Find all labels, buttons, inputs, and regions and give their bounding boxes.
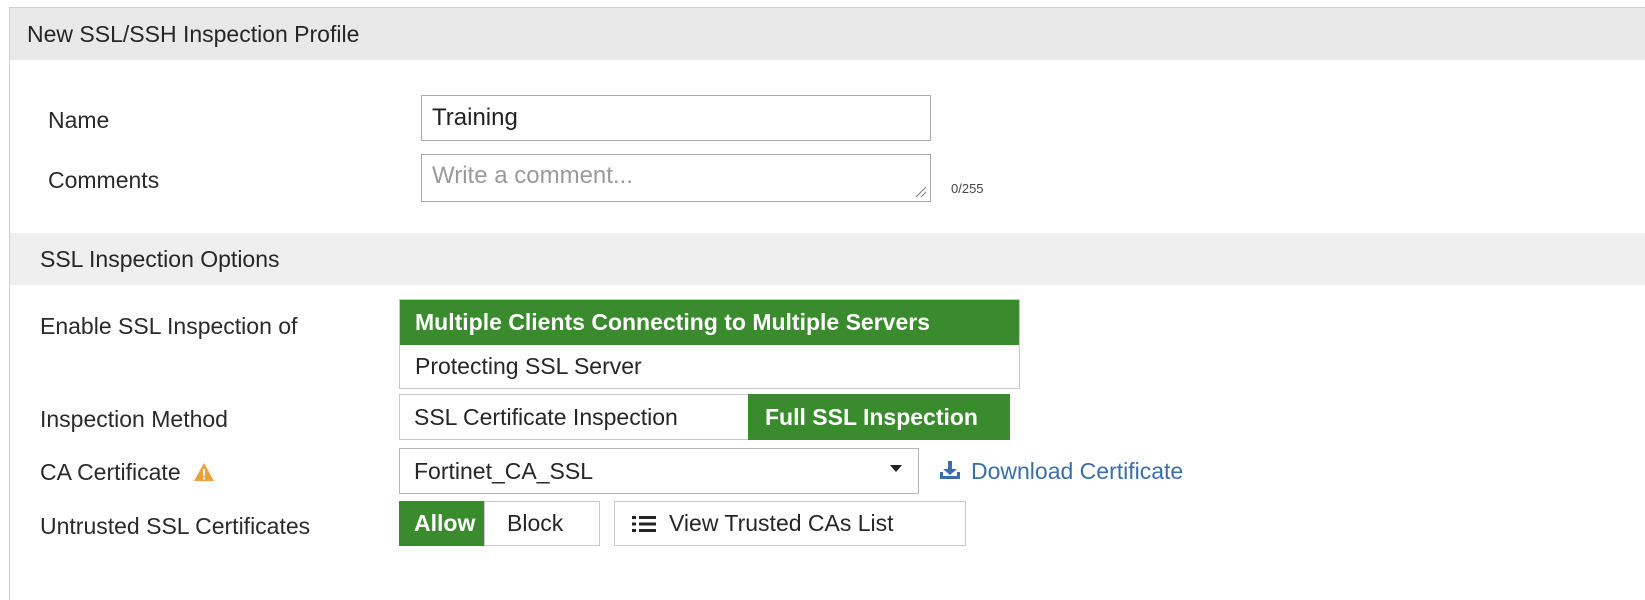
option-protecting-ssl-server[interactable]: Protecting SSL Server bbox=[400, 345, 1019, 388]
resize-grip-icon[interactable] bbox=[913, 184, 927, 198]
ssl-inspection-options-header: SSL Inspection Options bbox=[10, 233, 1645, 285]
comments-label: Comments bbox=[48, 167, 160, 193]
chevron-down-icon bbox=[890, 465, 902, 472]
untrusted-ssl-label: Untrusted SSL Certificates bbox=[40, 513, 311, 539]
warning-triangle-icon bbox=[194, 463, 214, 481]
ca-certificate-value: Fortinet_CA_SSL bbox=[414, 458, 593, 484]
enable-ssl-options: Multiple Clients Connecting to Multiple … bbox=[399, 299, 1020, 389]
ca-certificate-select[interactable]: Fortinet_CA_SSL bbox=[399, 448, 919, 494]
comments-counter: 0/255 bbox=[951, 181, 984, 196]
view-trusted-cas-button[interactable]: View Trusted CAs List bbox=[614, 501, 966, 546]
page-title: New SSL/SSH Inspection Profile bbox=[10, 8, 1645, 60]
untrusted-block-button[interactable]: Block bbox=[484, 501, 600, 546]
enable-ssl-label: Enable SSL Inspection of bbox=[40, 313, 298, 339]
untrusted-allow-button[interactable]: Allow bbox=[399, 501, 485, 546]
download-icon bbox=[940, 461, 960, 479]
name-input[interactable]: Training bbox=[421, 95, 931, 141]
list-icon bbox=[632, 515, 656, 532]
option-multiple-clients[interactable]: Multiple Clients Connecting to Multiple … bbox=[400, 300, 1019, 345]
view-trusted-cas-label: View Trusted CAs List bbox=[669, 510, 894, 536]
comments-textarea[interactable]: Write a comment... bbox=[421, 154, 931, 202]
method-full-ssl-inspection[interactable]: Full SSL Inspection bbox=[748, 394, 1010, 440]
download-certificate-link[interactable]: Download Certificate bbox=[939, 458, 1183, 485]
comments-placeholder: Write a comment... bbox=[432, 162, 633, 189]
inspection-profile-panel: New SSL/SSH Inspection Profile Name Trai… bbox=[9, 7, 1645, 600]
download-certificate-label: Download Certificate bbox=[971, 458, 1184, 484]
ca-certificate-label: CA Certificate bbox=[40, 459, 215, 486]
inspection-method-label: Inspection Method bbox=[40, 406, 228, 432]
name-input-value: Training bbox=[432, 104, 518, 131]
name-label: Name bbox=[48, 107, 110, 133]
ca-certificate-label-text: CA Certificate bbox=[40, 459, 181, 485]
method-ssl-certificate-inspection[interactable]: SSL Certificate Inspection bbox=[399, 394, 749, 440]
